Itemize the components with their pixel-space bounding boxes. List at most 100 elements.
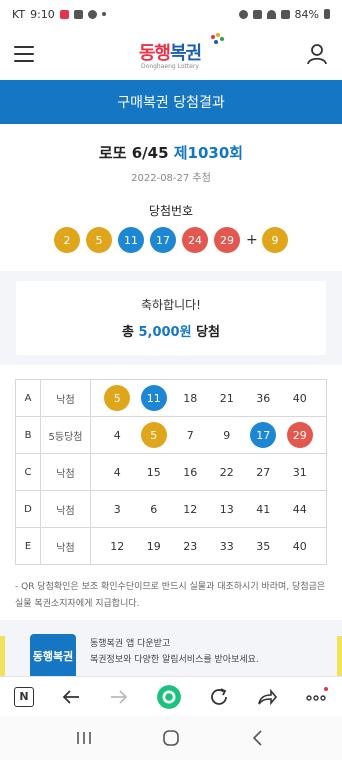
naver-home-button[interactable]: N <box>14 686 34 707</box>
battery-icon <box>324 9 330 19</box>
ticket-number: 27 <box>256 465 271 479</box>
mute-icon <box>252 9 262 19</box>
ticket-number: 9 <box>223 428 231 442</box>
back-arrow-icon[interactable] <box>59 685 83 709</box>
status-right: 84% <box>238 8 330 21</box>
ticket-table: A 낙첨 5 11 18 21 36 40 B 5등당첨 4 5 7 9 17 29 C 낙첨 4 15 16 22 27 3… <box>15 379 327 565</box>
ticket-row: E 낙첨 12 19 23 33 35 40 <box>15 528 327 565</box>
home-icon[interactable] <box>161 728 181 748</box>
ticket-result: 낙첨 <box>41 528 91 564</box>
notification-icon <box>59 9 69 19</box>
ticket-number-matched: 11 <box>140 385 167 411</box>
logo[interactable]: 동행복권 Donghaeng Lottery <box>138 32 225 70</box>
system-back-icon[interactable] <box>248 728 268 748</box>
prize-summary: 총 5,000원 당첨 <box>122 321 220 340</box>
winning-ball: 24 <box>182 227 208 253</box>
signal-icon <box>280 9 290 19</box>
ticket-result: 낙첨 <box>41 491 91 527</box>
status-left: KT 9:10 <box>12 8 106 21</box>
result-panel: 축하합니다! 총 5,000원 당첨 <box>0 271 342 365</box>
ticket-numbers: 4 15 16 22 27 31 <box>91 454 327 490</box>
ticket-number: 12 <box>110 539 125 553</box>
ticket-row: A 낙첨 5 11 18 21 36 40 <box>15 380 327 417</box>
ticket-number: 15 <box>146 465 161 479</box>
ticket-number: 40 <box>292 539 307 553</box>
draw-title: 로또 6/45 제1030회 <box>0 142 342 163</box>
ticket-number: 40 <box>292 391 307 405</box>
ticket-game-label: A <box>15 380 41 416</box>
ticket-game-label: C <box>15 454 41 490</box>
forward-arrow-icon[interactable] <box>107 685 131 709</box>
ticket-number: 12 <box>183 502 198 516</box>
ticket-number: 23 <box>183 539 198 553</box>
round-number: 제1030회 <box>173 144 244 162</box>
app-promo-banner[interactable]: 동행복권 동행복권 앱 다운받고 복권정보와 다양한 알림서비스를 받아보세요. <box>0 620 342 682</box>
ticket-number: 7 <box>186 428 194 442</box>
promo-text: 동행복권 앱 다운받고 복권정보와 다양한 알림서비스를 받아보세요. <box>90 636 259 668</box>
ticket-number-matched: 17 <box>250 422 277 448</box>
draw-section: 로또 6/45 제1030회 2022-08-27 추첨 당첨번호 2 5 11 17… <box>0 124 342 253</box>
congrats-box: 축하합니다! 총 5,000원 당첨 <box>16 281 326 355</box>
ticket-number: 36 <box>256 391 271 405</box>
ticket-numbers: 3 6 12 13 41 44 <box>91 491 327 527</box>
carrier-label: KT <box>12 7 26 21</box>
promo-line2: 복권정보와 다양한 알림서비스를 받아보세요. <box>90 655 259 665</box>
recent-apps-icon[interactable] <box>74 728 94 748</box>
ticket-number: 35 <box>256 539 271 553</box>
ticket-result: 5등당첨 <box>41 417 91 453</box>
more-icon[interactable] <box>304 685 328 709</box>
ticket-game-label: B <box>15 417 41 453</box>
message-icon <box>87 9 97 19</box>
promo-line1: 동행복권 앱 다운받고 <box>90 639 171 649</box>
ticket-row: D 낙첨 3 6 12 13 41 44 <box>15 491 327 528</box>
winning-numbers: 2 5 11 17 24 29 +9 <box>0 227 342 253</box>
user-icon[interactable] <box>306 43 328 65</box>
winning-numbers-label: 당첨번호 <box>148 204 194 218</box>
green-dot-home-icon[interactable] <box>156 684 182 710</box>
ticket-number: 33 <box>219 539 234 553</box>
menu-icon[interactable] <box>14 46 34 62</box>
ticket-number: 3 <box>113 502 121 516</box>
ticket-number: 44 <box>292 502 307 516</box>
ticket-number: 18 <box>183 391 198 405</box>
ticket-number: 41 <box>256 502 271 516</box>
ticket-number: 21 <box>219 391 234 405</box>
notice-text: - QR 당첨확인은 보조 확인수단이므로 반드시 실물과 대조하시기 바라며,… <box>15 582 326 609</box>
winning-ball: 29 <box>214 227 240 253</box>
ticket-game-label: E <box>15 528 41 564</box>
game-name: 로또 6/45 <box>98 144 169 162</box>
logo-text-b: 복권 <box>170 42 202 64</box>
logo-text-a: 동행 <box>138 42 171 64</box>
app-header: 동행복권 Donghaeng Lottery <box>0 28 342 80</box>
ticket-game-label: D <box>15 491 41 527</box>
ticket-row: B 5등당첨 4 5 7 9 17 29 <box>15 417 327 454</box>
clock: 9:10 <box>30 7 55 21</box>
ticket-number: 16 <box>183 465 198 479</box>
ticket-numbers: 5 11 18 21 36 40 <box>91 380 327 416</box>
winning-ball: 11 <box>118 227 144 253</box>
prize-prefix: 총 <box>121 325 134 340</box>
ticket-numbers: 4 5 7 9 17 29 <box>91 417 327 453</box>
logo-text: 동행복권 <box>138 32 225 65</box>
ticket-result: 낙첨 <box>41 380 91 416</box>
draw-date: 2022-08-27 추첨 <box>131 173 211 184</box>
wifi-icon <box>266 9 276 19</box>
ticket-number: 4 <box>113 428 121 442</box>
share-icon[interactable] <box>255 685 279 709</box>
ticket-number: 22 <box>219 465 234 479</box>
refresh-icon[interactable] <box>207 685 231 709</box>
ticket-row: C 낙첨 4 15 16 22 27 31 <box>15 454 327 491</box>
ticket-result: 낙첨 <box>41 454 91 490</box>
status-bar: KT 9:10 84% <box>0 0 342 28</box>
congrats-message: 축하합니다! <box>140 298 201 312</box>
ticket-numbers: 12 19 23 33 35 40 <box>91 528 327 564</box>
app-icon-label: 동행복권 <box>32 650 74 663</box>
prize-suffix: 당첨 <box>196 325 221 340</box>
system-nav-bar <box>0 716 342 760</box>
ticket-number-matched: 5 <box>140 422 167 448</box>
ticket-number-matched: 29 <box>286 422 313 448</box>
ticket-number-matched: 5 <box>104 385 131 411</box>
browser-toolbar: N <box>0 676 342 716</box>
ticket-number: 4 <box>113 465 121 479</box>
bonus-ball: 9 <box>262 227 288 253</box>
